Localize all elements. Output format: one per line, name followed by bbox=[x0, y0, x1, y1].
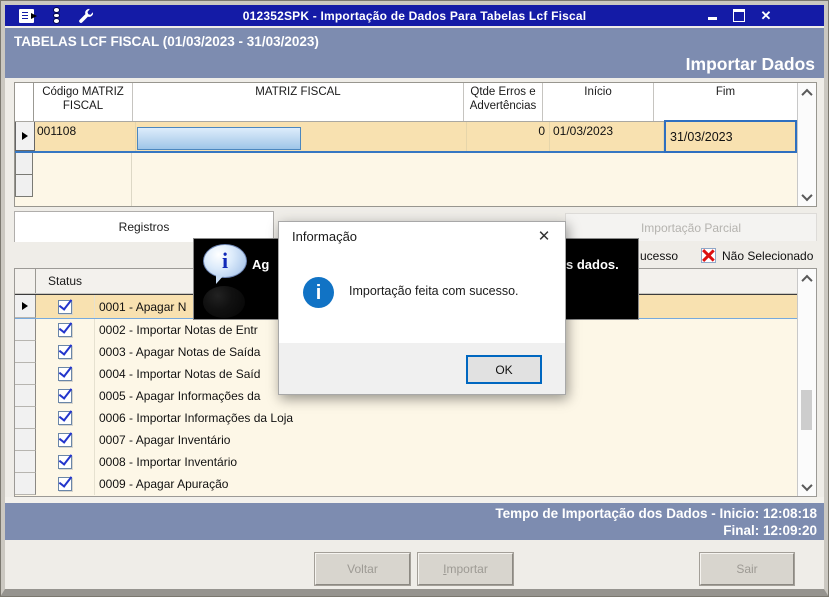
cell-inicio: 01/03/2023 bbox=[550, 122, 664, 151]
row-marker-cell bbox=[15, 122, 35, 151]
form-icon[interactable] bbox=[19, 8, 37, 23]
col-codigo-matriz: Código MATRIZ FISCAL bbox=[34, 83, 133, 121]
scroll-down-icon[interactable] bbox=[798, 188, 815, 205]
red-x-icon bbox=[701, 248, 716, 263]
cell-fim[interactable]: 31/03/2023 bbox=[664, 120, 797, 153]
legend-sucesso-label: ucesso bbox=[640, 249, 679, 263]
status-line1: Tempo de Importação dos Dados - Inicio: … bbox=[495, 506, 817, 521]
traffic-light-icon[interactable] bbox=[51, 7, 61, 25]
dialog-title: Informação bbox=[292, 229, 358, 244]
col-fim: Fim bbox=[654, 83, 798, 121]
cell-qtde: 0 bbox=[467, 122, 550, 151]
scroll-up-icon[interactable] bbox=[798, 84, 815, 101]
maximize-icon bbox=[733, 9, 745, 22]
app-window: 012352SPK - Importação de Dados Para Tab… bbox=[0, 0, 829, 597]
matriz-grid: Código MATRIZ FISCAL MATRIZ FISCAL Qtde … bbox=[14, 82, 817, 207]
dialog-close-button[interactable]: ✕ bbox=[535, 227, 553, 245]
wrench-icon[interactable] bbox=[78, 8, 94, 23]
grid-empty-area bbox=[15, 153, 798, 206]
row-marker-icon bbox=[22, 302, 28, 310]
minimize-button[interactable] bbox=[705, 9, 719, 23]
checked-checkbox-icon[interactable] bbox=[58, 345, 72, 359]
checked-checkbox-icon[interactable] bbox=[58, 455, 72, 469]
checked-checkbox-icon[interactable] bbox=[58, 299, 72, 314]
checked-checkbox-icon[interactable] bbox=[58, 367, 72, 381]
matriz-edit-cell[interactable] bbox=[137, 126, 301, 150]
info-dialog: Informação ✕ i Importação feita com suce… bbox=[278, 221, 566, 395]
action-title: Importar Dados bbox=[685, 54, 815, 74]
sair-button[interactable]: Sair bbox=[699, 552, 795, 586]
grid-row[interactable]: 001108 0 01/03/2023 31/03/2023 bbox=[15, 120, 798, 153]
cell-matriz bbox=[136, 122, 467, 151]
toast-text-right: s dados. bbox=[566, 257, 619, 272]
minimize-icon bbox=[707, 17, 717, 20]
close-button[interactable]: ✕ bbox=[759, 9, 773, 23]
status-column-header: Status bbox=[47, 274, 83, 288]
scroll-down-icon[interactable] bbox=[798, 478, 815, 495]
list-item[interactable]: 0007 - Apagar Inventário bbox=[15, 429, 798, 451]
status-bar: Tempo de Importação dos Dados - Inicio: … bbox=[5, 503, 824, 540]
info-balloon-icon: i bbox=[203, 244, 247, 278]
checklist-scrollbar[interactable] bbox=[797, 269, 816, 496]
scrollbar-thumb[interactable] bbox=[801, 390, 812, 430]
checked-checkbox-icon[interactable] bbox=[58, 323, 72, 337]
window-title: 012352SPK - Importação de Dados Para Tab… bbox=[242, 8, 587, 23]
list-item[interactable]: 0008 - Importar Inventário bbox=[15, 451, 798, 473]
maximize-button[interactable] bbox=[732, 9, 746, 23]
toast-text-left: Ag bbox=[252, 257, 270, 272]
list-item[interactable]: 0006 - Importar Informações da Loja bbox=[15, 407, 798, 429]
col-inicio: Início bbox=[543, 83, 654, 121]
importar-button[interactable]: Importar bbox=[417, 552, 514, 586]
scroll-up-icon[interactable] bbox=[798, 270, 815, 287]
tab-importacao-parcial[interactable]: Importação Parcial bbox=[565, 213, 817, 241]
dialog-message: Importação feita com sucesso. bbox=[349, 284, 519, 298]
checked-checkbox-icon[interactable] bbox=[58, 433, 72, 447]
row-marker-icon bbox=[22, 132, 28, 140]
col-matriz-fiscal: MATRIZ FISCAL bbox=[133, 83, 464, 121]
row-marker-cell bbox=[15, 295, 36, 318]
page-title: TABELAS LCF FISCAL (01/03/2023 - 31/03/2… bbox=[14, 34, 319, 49]
ok-button[interactable]: OK bbox=[466, 355, 542, 384]
grid-marker-header bbox=[15, 83, 34, 121]
voltar-button[interactable]: Voltar bbox=[314, 552, 411, 586]
titlebar: 012352SPK - Importação de Dados Para Tab… bbox=[5, 5, 824, 26]
checked-checkbox-icon[interactable] bbox=[58, 411, 72, 425]
cell-fim-wrap: 31/03/2023 bbox=[664, 120, 798, 153]
cell-codigo: 001108 bbox=[35, 122, 136, 151]
grid-header-row: Código MATRIZ FISCAL MATRIZ FISCAL Qtde … bbox=[15, 83, 798, 122]
checked-checkbox-icon[interactable] bbox=[58, 389, 72, 403]
col-qtde-erros: Qtde Erros e Advertências bbox=[464, 83, 543, 121]
header-band: TABELAS LCF FISCAL (01/03/2023 - 31/03/2… bbox=[5, 28, 824, 78]
list-item[interactable]: 0009 - Apagar Apuração bbox=[15, 473, 798, 495]
grid-scrollbar[interactable] bbox=[797, 83, 816, 206]
status-line2: Final: 12:09:20 bbox=[723, 523, 817, 538]
checked-checkbox-icon[interactable] bbox=[58, 477, 72, 491]
info-circle-icon: i bbox=[303, 277, 334, 308]
legend-nao-selecionado-label: Não Selecionado bbox=[722, 249, 814, 263]
